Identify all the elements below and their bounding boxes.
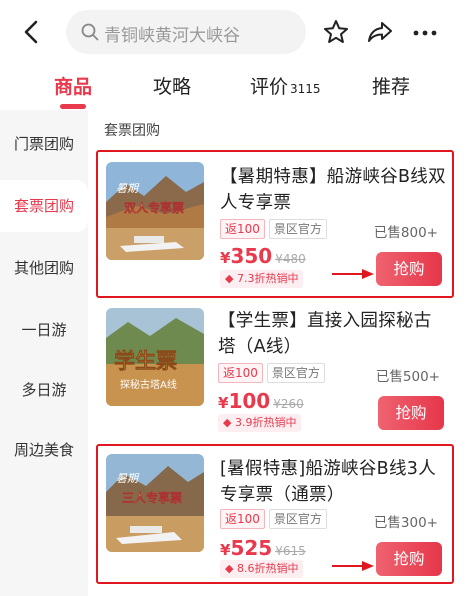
- fire-icon: ◆: [225, 562, 234, 575]
- search-box[interactable]: 青铜峡黄河大峡谷: [66, 10, 306, 54]
- tag-row: 返100 景区官方: [218, 362, 329, 384]
- fire-icon: ◆: [223, 416, 232, 429]
- tab-recommend[interactable]: 推荐: [372, 72, 410, 99]
- top-bar: 青铜峡黄河大峡谷: [0, 0, 465, 64]
- currency-symbol: ¥: [220, 541, 231, 559]
- fire-icon: ◆: [225, 272, 234, 285]
- original-price: ¥260: [273, 397, 304, 411]
- price-value: 350: [230, 244, 273, 268]
- thumb-sub-text: 暑期: [116, 472, 140, 485]
- sidebar-item-other-group[interactable]: 其他团购: [0, 242, 88, 294]
- product-card[interactable]: 暑期 三人专享票 [暑假特惠]船游峡谷B线3人专享票（通票） 返100 景区官方 …: [96, 444, 454, 584]
- official-tag: 景区官方: [268, 509, 327, 529]
- review-count: 3115: [290, 82, 321, 96]
- sidebar-item-package-group[interactable]: 套票团购: [0, 180, 88, 232]
- sidebar-item-day-tour[interactable]: 一日游: [0, 304, 88, 356]
- thumb-sub-text: 探秘古塔A线: [120, 378, 177, 391]
- tab-reviews-label: 评价: [250, 76, 289, 98]
- more-icon[interactable]: [411, 18, 439, 46]
- cashback-tag: 返100: [218, 363, 263, 383]
- back-arrow-icon[interactable]: [18, 18, 46, 46]
- search-icon: [80, 22, 100, 42]
- product-thumbnail: 暑期 三人专享票: [106, 454, 204, 552]
- product-card[interactable]: 暑期 双人专享票 【暑期特惠】船游峡谷B线双人专享票 返100 景区官方 已售80…: [96, 150, 454, 298]
- buy-button[interactable]: 抢购: [376, 252, 442, 286]
- discount-text: 3.9折热销中: [234, 416, 297, 429]
- thumb-main-text: 三人专享票: [122, 490, 182, 505]
- tab-products[interactable]: 商品: [54, 72, 92, 99]
- cashback-tag: 返100: [220, 509, 265, 529]
- share-icon[interactable]: [366, 18, 394, 46]
- discount-text: 8.6折热销中: [236, 562, 299, 575]
- tag-row: 返100 景区官方: [220, 218, 331, 240]
- sidebar-item-ticket-group[interactable]: 门票团购: [0, 118, 88, 170]
- red-arrow-icon: [332, 264, 374, 279]
- search-input-text[interactable]: 青铜峡黄河大峡谷: [104, 21, 240, 46]
- discount-badge: ◆ 7.3折热销中: [220, 270, 304, 288]
- official-tag: 景区官方: [266, 363, 325, 383]
- product-thumbnail: 暑期 双人专享票: [106, 162, 204, 260]
- official-tag: 景区官方: [268, 219, 327, 239]
- buy-button[interactable]: 抢购: [378, 396, 444, 430]
- discount-badge: ◆ 3.9折热销中: [218, 414, 302, 432]
- price: ¥350 ¥480: [220, 244, 306, 268]
- sidebar-item-multi-day-tour[interactable]: 多日游: [0, 364, 88, 416]
- section-title: 套票团购: [104, 123, 160, 139]
- sold-count: 已售500+: [375, 369, 440, 385]
- tab-bar: 商品 攻略 评价 3115 推荐: [0, 64, 465, 110]
- product-title[interactable]: 【学生票】直接入园探秘古塔（A线）: [218, 308, 446, 360]
- thumb-main-text: 双人专享票: [124, 200, 184, 215]
- currency-symbol: ¥: [218, 394, 229, 412]
- product-title[interactable]: 【暑期特惠】船游峡谷B线双人专享票: [220, 164, 448, 216]
- currency-symbol: ¥: [220, 249, 231, 267]
- thumb-main-text: 学生票: [114, 349, 177, 373]
- buy-button[interactable]: 抢购: [376, 542, 442, 576]
- red-arrow-icon: [332, 556, 374, 571]
- price-value: 525: [230, 536, 273, 560]
- tab-guides[interactable]: 攻略: [153, 72, 191, 99]
- cashback-tag: 返100: [220, 219, 265, 239]
- original-price: ¥615: [275, 544, 306, 558]
- thumb-sub-text: 暑期: [116, 182, 140, 195]
- tag-row: 返100 景区官方: [220, 508, 331, 530]
- sidebar-item-nearby-food[interactable]: 周边美食: [0, 424, 88, 476]
- discount-text: 7.3折热销中: [236, 272, 299, 285]
- product-thumbnail: 学生票 探秘古塔A线: [106, 308, 204, 406]
- sold-count: 已售800+: [373, 225, 438, 241]
- tab-reviews[interactable]: 评价 3115: [250, 72, 321, 99]
- product-title[interactable]: [暑假特惠]船游峡谷B线3人专享票（通票）: [220, 456, 448, 508]
- sold-count: 已售300+: [373, 515, 438, 531]
- active-tab-indicator: [60, 104, 86, 109]
- discount-badge: ◆ 8.6折热销中: [220, 560, 304, 578]
- price: ¥525 ¥615: [220, 536, 306, 560]
- category-sidebar: 门票团购 套票团购 其他团购 一日游 多日游 周边美食: [0, 110, 88, 596]
- original-price: ¥480: [275, 252, 306, 266]
- price: ¥100 ¥260: [218, 389, 304, 413]
- star-icon[interactable]: [322, 18, 350, 46]
- product-card[interactable]: 学生票 探秘古塔A线 【学生票】直接入园探秘古塔（A线） 返100 景区官方 已售…: [96, 302, 454, 436]
- price-value: 100: [228, 389, 271, 413]
